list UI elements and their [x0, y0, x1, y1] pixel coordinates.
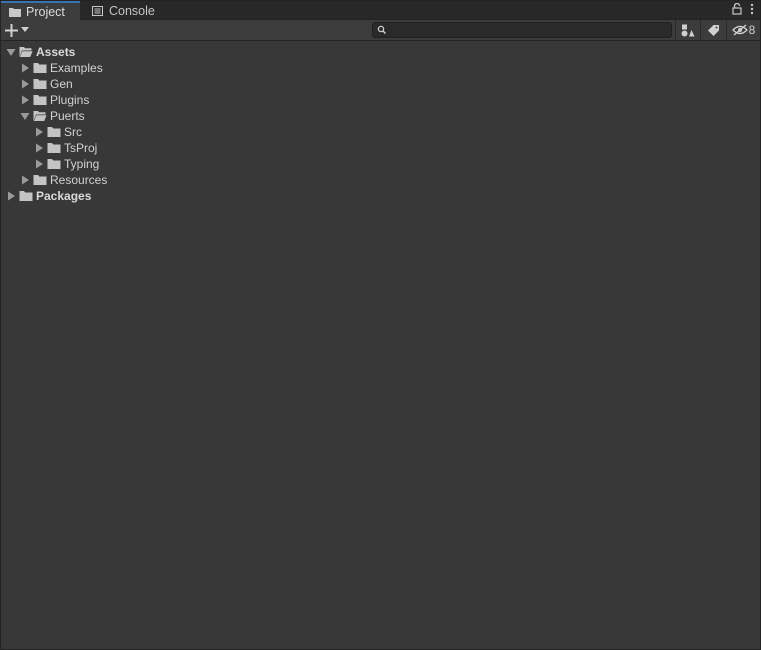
tab-console-label: Console — [109, 3, 155, 18]
expanded-arrow-icon[interactable] — [20, 111, 30, 121]
collapsed-arrow-icon[interactable] — [34, 143, 44, 153]
dropdown-arrow-icon — [21, 27, 29, 32]
tab-project-label: Project — [26, 4, 65, 19]
window-controls — [732, 3, 754, 15]
collapsed-arrow-icon[interactable] — [34, 159, 44, 169]
hidden-packages-toggle[interactable]: 8 — [726, 20, 760, 40]
search-icon — [377, 25, 387, 35]
create-button[interactable] — [5, 21, 35, 39]
tree-item-label: Plugins — [50, 93, 90, 107]
eye-hidden-icon — [731, 24, 748, 36]
tab-console[interactable]: Console — [84, 1, 163, 20]
search-input[interactable] — [389, 23, 669, 37]
collapsed-arrow-icon[interactable] — [20, 175, 30, 185]
folder-open-icon — [33, 111, 47, 121]
tree-item-label: Examples — [50, 61, 103, 75]
folder-open-icon — [19, 47, 33, 57]
tree-item-resources[interactable]: Resources — [20, 172, 107, 188]
plus-icon — [5, 23, 18, 37]
tree-item-label: TsProj — [64, 141, 98, 155]
tree-item-plugins[interactable]: Plugins — [20, 92, 89, 108]
collapsed-arrow-icon[interactable] — [20, 63, 30, 73]
console-icon — [92, 5, 103, 16]
lock-icon[interactable] — [732, 3, 742, 15]
folder-icon — [9, 7, 21, 17]
collapsed-arrow-icon[interactable] — [34, 127, 44, 137]
tree-item-typing[interactable]: Typing — [34, 156, 99, 172]
tree-item-label: Resources — [50, 173, 108, 187]
shapes-filter-icon — [681, 24, 695, 36]
tree-item-src[interactable]: Src — [34, 124, 82, 140]
tag-icon — [708, 24, 719, 36]
folder-icon — [33, 95, 47, 105]
folder-icon — [33, 63, 47, 73]
project-window: Project Console 8 Assets Examples Gen Pl… — [0, 0, 761, 650]
tree-item-gen[interactable]: Gen — [20, 76, 73, 92]
expanded-arrow-icon[interactable] — [6, 47, 16, 57]
tree-item-label: Src — [64, 125, 82, 139]
search-box[interactable] — [372, 22, 672, 38]
folder-icon — [33, 79, 47, 89]
search-by-type-button[interactable] — [675, 20, 700, 40]
more-options-icon[interactable] — [750, 3, 754, 15]
collapsed-arrow-icon[interactable] — [20, 95, 30, 105]
tree-item-label: Typing — [64, 157, 100, 171]
folder-icon — [47, 159, 61, 169]
tree-item-label: Puerts — [50, 109, 85, 123]
tree-item-label: Packages — [36, 189, 92, 203]
tree-item-puerts[interactable]: Puerts — [20, 108, 85, 124]
collapsed-arrow-icon[interactable] — [6, 191, 16, 201]
folder-icon — [47, 127, 61, 137]
hidden-packages-count: 8 — [748, 23, 756, 37]
tree-item-tsproj[interactable]: TsProj — [34, 140, 97, 156]
project-toolbar: 8 — [1, 20, 760, 41]
collapsed-arrow-icon[interactable] — [20, 79, 30, 89]
tree-item-examples[interactable]: Examples — [20, 60, 103, 76]
tab-project[interactable]: Project — [1, 1, 80, 20]
tree-item-packages[interactable]: Packages — [6, 188, 91, 204]
search-by-label-button[interactable] — [700, 20, 726, 40]
folder-icon — [33, 175, 47, 185]
tree-item-assets[interactable]: Assets — [6, 44, 75, 60]
folder-icon — [19, 191, 33, 201]
tree-item-label: Gen — [50, 77, 73, 91]
folder-icon — [47, 143, 61, 153]
tree-item-label: Assets — [36, 45, 76, 59]
tab-bar: Project Console — [1, 1, 760, 20]
